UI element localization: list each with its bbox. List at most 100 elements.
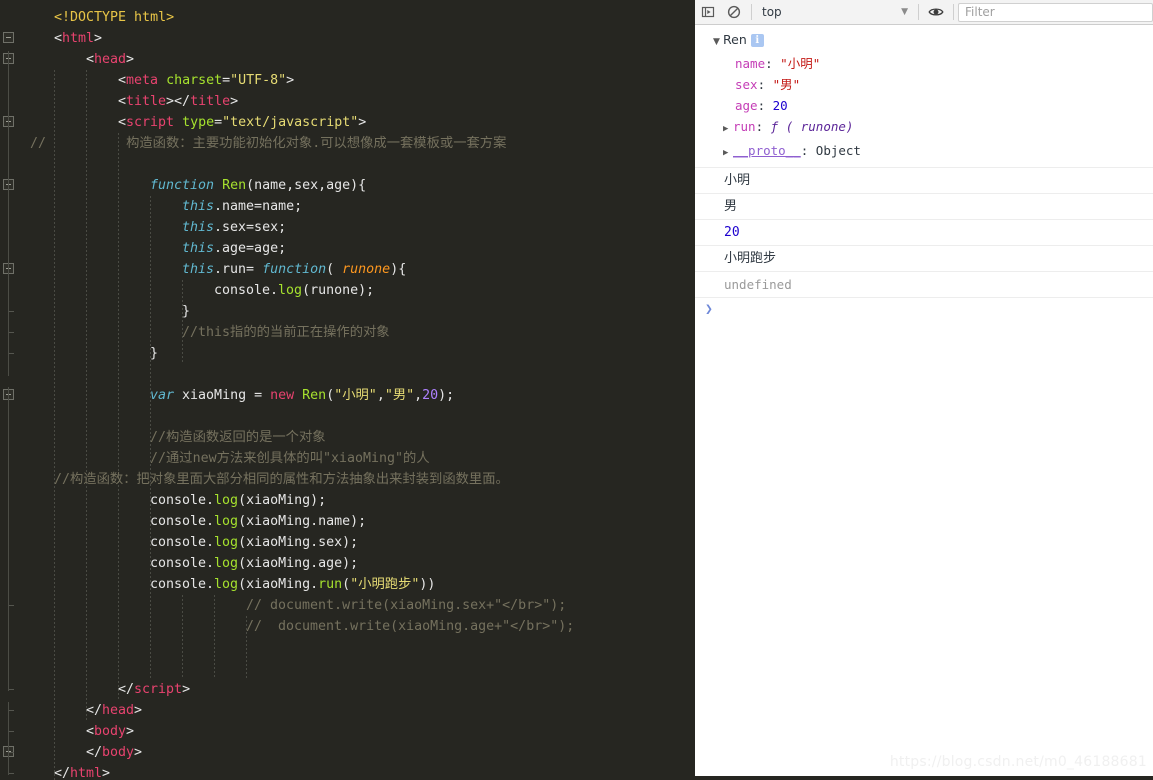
execution-context-select[interactable]: top ▼ bbox=[756, 3, 914, 22]
execution-context-label: top bbox=[762, 5, 782, 19]
devtools-screenshot: <!DOCTYPE html> <html> <head> <meta charset… bbox=[0, 0, 1153, 780]
object-header[interactable]: ▼ Ren i bbox=[713, 29, 1153, 53]
code-line: console.log(xiaoMing.name); bbox=[150, 511, 366, 532]
code-token: charset bbox=[166, 73, 223, 88]
object-properties: name: "小明" sex: "男" age: 20 ▶ run: ƒ ( runon… bbox=[713, 53, 1153, 164]
code-token: .name=name; bbox=[214, 199, 303, 214]
console-object-entry[interactable]: ▼ Ren i name: "小明" sex: "男" age: 20 ▶ run: ƒ (… bbox=[695, 25, 1153, 168]
triangle-down-icon[interactable]: ▼ bbox=[713, 32, 723, 53]
property-key: run bbox=[733, 119, 756, 134]
bottom-strip bbox=[695, 776, 1153, 780]
code-token: log bbox=[214, 535, 239, 550]
chevron-down-icon: ▼ bbox=[901, 7, 908, 17]
code-token: </ bbox=[86, 745, 103, 760]
eye-icon[interactable] bbox=[923, 0, 949, 25]
code-token: (xiaoMing.sex); bbox=[238, 535, 359, 550]
code-token: script bbox=[134, 682, 183, 697]
object-property-row[interactable]: ▶ run: ƒ ( runone) bbox=[713, 116, 1153, 140]
code-editor[interactable]: <!DOCTYPE html> <html> <head> <meta charset… bbox=[0, 0, 695, 780]
code-line: //构造函数：把对象里面大部分相同的属性和方法抽象出来封装到函数里面。 bbox=[54, 469, 509, 490]
code-line: this.age=age; bbox=[182, 238, 286, 259]
code-token: title bbox=[126, 94, 167, 109]
object-property-row[interactable]: ▶ __proto__: Object bbox=[713, 140, 1153, 164]
code-line: </body> bbox=[86, 742, 142, 763]
code-token: "小明" bbox=[334, 388, 377, 403]
code-token: "text/javascript" bbox=[222, 115, 359, 130]
code-token: console. bbox=[150, 514, 215, 529]
code-token: run bbox=[318, 577, 343, 592]
code-token: > bbox=[230, 94, 239, 109]
code-token: .age=age; bbox=[214, 241, 287, 256]
code-token: console. bbox=[150, 493, 215, 508]
code-token: //this指的的当前正在操作的对象 bbox=[182, 325, 390, 340]
code-token: = bbox=[222, 73, 231, 88]
code-token: , bbox=[414, 388, 423, 403]
code-token: < bbox=[118, 73, 127, 88]
console-log-row: 小明 bbox=[695, 168, 1153, 194]
code-token: < bbox=[118, 94, 127, 109]
code-line: // 构造函数：主要功能初始化对象.可以想像成一套模板或一套方案 bbox=[22, 133, 506, 154]
toolbar-divider-3 bbox=[953, 4, 954, 20]
code-token: , bbox=[376, 388, 385, 403]
code-line: //构造函数返回的是一个对象 bbox=[150, 427, 326, 448]
property-value: 20 bbox=[772, 98, 788, 113]
code-line: console.log(runone); bbox=[214, 280, 374, 301]
code-token: } bbox=[150, 346, 159, 361]
code-line: <meta charset="UTF-8"> bbox=[118, 70, 294, 91]
code-token: title bbox=[190, 94, 231, 109]
code-token: </ bbox=[86, 703, 103, 718]
code-token: > bbox=[94, 31, 103, 46]
console-prompt[interactable]: ❯ bbox=[695, 298, 1153, 322]
clear-console-icon[interactable] bbox=[721, 0, 747, 25]
code-token: // document.write(xiaoMing.sex+"</br>"); bbox=[246, 598, 567, 613]
triangle-right-icon[interactable]: ▶ bbox=[723, 119, 733, 140]
code-token: this bbox=[182, 262, 215, 277]
console-log-row: 20 bbox=[695, 220, 1153, 246]
triangle-right-icon[interactable]: ▶ bbox=[723, 143, 733, 164]
code-token: console. bbox=[150, 535, 215, 550]
code-token: xiaoMing = bbox=[174, 388, 271, 403]
code-line: </script> bbox=[118, 679, 190, 700]
console-log-rows: 小明男 20 小明跑步 undefined bbox=[695, 168, 1153, 298]
code-line: console.log(xiaoMing.age); bbox=[150, 553, 358, 574]
sidebar-toggle-icon[interactable] bbox=[695, 0, 721, 25]
code-token: (name,sex,age){ bbox=[246, 178, 367, 193]
code-line: <head> bbox=[86, 49, 134, 70]
code-token: console. bbox=[150, 577, 215, 592]
object-property-row: age: 20 bbox=[713, 95, 1153, 116]
code-token: ){ bbox=[390, 262, 407, 277]
code-token: )) bbox=[419, 577, 436, 592]
code-token: > bbox=[134, 745, 143, 760]
code-text[interactable]: <!DOCTYPE html> <html> <head> <meta charset… bbox=[0, 0, 695, 780]
code-token: ( bbox=[342, 577, 351, 592]
code-token: .run= bbox=[214, 262, 263, 277]
code-token: log bbox=[278, 283, 303, 298]
code-token: ( bbox=[326, 262, 343, 277]
code-line: </head> bbox=[86, 700, 142, 721]
console-filter-input[interactable]: Filter bbox=[958, 2, 1153, 22]
code-token: ( bbox=[326, 388, 335, 403]
code-token: this bbox=[182, 241, 215, 256]
code-token: .sex=sex; bbox=[214, 220, 287, 235]
code-token: </ bbox=[118, 682, 135, 697]
toolbar-divider-2 bbox=[918, 4, 919, 20]
info-badge-icon[interactable]: i bbox=[750, 34, 764, 47]
filter-placeholder: Filter bbox=[965, 5, 995, 19]
code-token: > bbox=[134, 703, 143, 718]
code-line: <html> bbox=[54, 28, 102, 49]
console-log-row: 男 bbox=[695, 194, 1153, 220]
code-token: function bbox=[262, 262, 327, 277]
code-token: head bbox=[94, 52, 127, 67]
code-token: new bbox=[270, 388, 295, 403]
code-token: body bbox=[102, 745, 135, 760]
code-token: script bbox=[126, 115, 175, 130]
code-line: <title></title> bbox=[118, 91, 238, 112]
code-line: // document.write(xiaoMing.sex+"</br>"); bbox=[246, 595, 566, 616]
property-key: age bbox=[735, 98, 758, 113]
code-line: var xiaoMing = new Ren("小明","男",20); bbox=[150, 385, 454, 406]
object-property-row: sex: "男" bbox=[713, 74, 1153, 95]
